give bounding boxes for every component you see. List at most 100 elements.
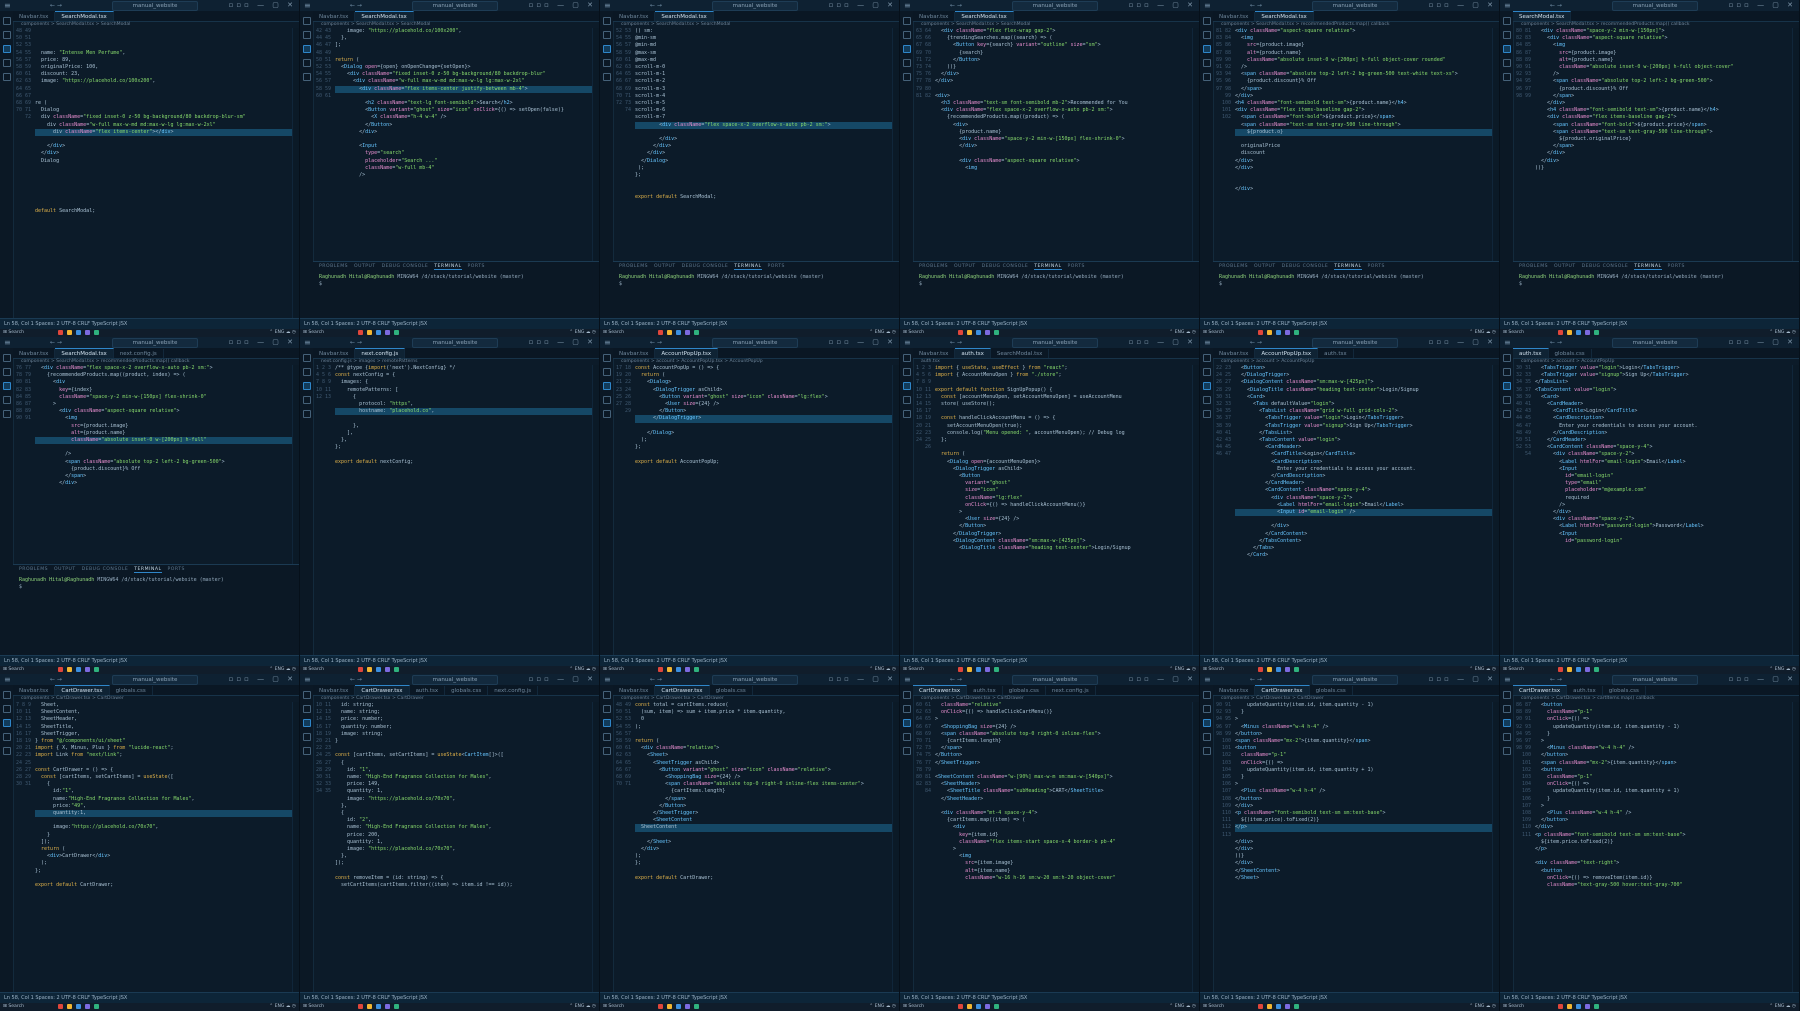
window-controls[interactable]: ▫▫▫ — ▢ ✕	[829, 675, 896, 683]
code-editor[interactable]: 76 77 78 79 80 81 82 83 84 85 86 87 88 8…	[13, 365, 299, 565]
panel-tab-active[interactable]: TERMINAL	[134, 567, 162, 573]
app-icon[interactable]	[994, 1004, 999, 1009]
explorer-app-icon[interactable]	[667, 667, 672, 672]
code-text[interactable]: /** @type {import('next').NextConfig} */…	[335, 365, 595, 655]
extensions-icon[interactable]	[3, 747, 11, 755]
code-editor[interactable]: 1 2 3 4 5 6 7 8 9 10 11 12 13 /** @type …	[313, 365, 599, 655]
menu-icon[interactable]: ≡	[1504, 1, 1511, 10]
vscode-app-icon[interactable]	[76, 667, 81, 672]
menu-icon[interactable]: ≡	[1204, 1, 1211, 10]
chrome-icon[interactable]	[358, 667, 363, 672]
minimap[interactable]	[1792, 28, 1799, 262]
app-icon[interactable]	[85, 1004, 90, 1009]
chrome-icon[interactable]	[1258, 330, 1263, 335]
code-text[interactable]: const total = cartItems.reduce( (sum, it…	[635, 702, 895, 992]
taskbar-apps[interactable]	[958, 667, 1003, 674]
code-text[interactable]: <button className="p-1" onClick={() => u…	[1535, 702, 1795, 992]
minimap[interactable]	[1792, 702, 1799, 992]
explorer-icon[interactable]	[903, 354, 911, 362]
command-search-box[interactable]: manual_website	[1012, 338, 1098, 348]
window-controls[interactable]: ▫▫▫ — ▢ ✕	[1729, 338, 1796, 346]
editor-tab[interactable]: CartDrawer.tsx	[1255, 685, 1310, 695]
panel-tab[interactable]: OUTPUT	[354, 264, 376, 269]
explorer-icon[interactable]	[303, 691, 311, 699]
taskbar-apps[interactable]	[658, 330, 703, 337]
command-search-box[interactable]: manual_website	[1312, 1, 1398, 11]
terminal-prompt[interactable]: Raghunadh Hital@Raghunadh MINGW64 /d/sta…	[1513, 271, 1799, 291]
taskbar-search[interactable]: ⊞ Search	[3, 329, 24, 337]
panel-tab[interactable]: DEBUG CONSOLE	[982, 264, 1029, 269]
command-search-box[interactable]: manual_website	[112, 675, 198, 685]
editor-tab[interactable]: CartDrawer.tsx	[1513, 685, 1568, 695]
search-icon[interactable]	[1503, 368, 1511, 376]
app-icon[interactable]	[1285, 667, 1290, 672]
source-control-icon[interactable]	[303, 719, 311, 727]
source-control-icon[interactable]	[303, 382, 311, 390]
run-debug-icon[interactable]	[3, 733, 11, 741]
explorer-app-icon[interactable]	[1567, 667, 1572, 672]
app-icon[interactable]	[994, 330, 999, 335]
chrome-icon[interactable]	[58, 667, 63, 672]
panel-tab[interactable]: PROBLEMS	[19, 567, 48, 572]
menu-icon[interactable]: ≡	[604, 1, 611, 10]
explorer-icon[interactable]	[1203, 17, 1211, 25]
system-tray[interactable]: ⌃ ENG ☁ ◷	[1469, 666, 1496, 674]
panel-tab-active[interactable]: TERMINAL	[1634, 264, 1662, 270]
taskbar-search[interactable]: ⊞ Search	[903, 666, 924, 674]
explorer-app-icon[interactable]	[1267, 330, 1272, 335]
editor-tab[interactable]: auth.tsx	[1513, 348, 1549, 358]
vscode-app-icon[interactable]	[376, 667, 381, 672]
chrome-icon[interactable]	[358, 1004, 363, 1009]
explorer-app-icon[interactable]	[1567, 1004, 1572, 1009]
command-search-box[interactable]: manual_website	[712, 675, 798, 685]
window-controls[interactable]: ▫▫▫ — ▢ ✕	[1429, 1, 1496, 9]
back-forward-icon[interactable]: ← →	[650, 676, 662, 683]
explorer-app-icon[interactable]	[367, 667, 372, 672]
source-control-icon[interactable]	[1503, 719, 1511, 727]
explorer-icon[interactable]	[303, 17, 311, 25]
command-search-box[interactable]: manual_website	[1012, 675, 1098, 685]
chrome-icon[interactable]	[1558, 667, 1563, 672]
vscode-app-icon[interactable]	[1276, 330, 1281, 335]
command-search-box[interactable]: manual_website	[712, 1, 798, 11]
code-editor[interactable]: 10 11 12 13 14 15 16 17 18 19 20 21 22 2…	[313, 702, 599, 992]
extensions-icon[interactable]	[1503, 410, 1511, 418]
editor-tab[interactable]: SearchModal.tsx	[55, 348, 114, 358]
command-search-box[interactable]: manual_website	[1612, 675, 1698, 685]
run-debug-icon[interactable]	[903, 59, 911, 67]
run-debug-icon[interactable]	[603, 733, 611, 741]
code-text[interactable]: updateQuantity(item.id, item.quantity - …	[1235, 702, 1495, 992]
code-editor[interactable]: 22 23 24 25 26 27 28 29 30 31 32 33 34 3…	[1213, 365, 1499, 655]
explorer-icon[interactable]	[3, 691, 11, 699]
panel-tab[interactable]: PROBLEMS	[319, 264, 348, 269]
run-debug-icon[interactable]	[1503, 396, 1511, 404]
taskbar-search[interactable]: ⊞ Search	[3, 1003, 24, 1011]
back-forward-icon[interactable]: ← →	[1550, 2, 1562, 9]
back-forward-icon[interactable]: ← →	[650, 2, 662, 9]
back-forward-icon[interactable]: ← →	[950, 2, 962, 9]
source-control-icon[interactable]	[303, 45, 311, 53]
extensions-icon[interactable]	[3, 410, 11, 418]
extensions-icon[interactable]	[1503, 73, 1511, 81]
taskbar-apps[interactable]	[58, 667, 103, 674]
taskbar-search[interactable]: ⊞ Search	[303, 1003, 324, 1011]
terminal-prompt[interactable]: Raghunadh Hital@Raghunadh MINGW64 /d/sta…	[1213, 271, 1499, 291]
code-editor[interactable]: 17 18 19 20 21 22 23 24 25 26 27 28 29 c…	[613, 365, 899, 655]
explorer-app-icon[interactable]	[367, 330, 372, 335]
panel-tab[interactable]: PORTS	[767, 264, 784, 269]
explorer-app-icon[interactable]	[1567, 330, 1572, 335]
vscode-app-icon[interactable]	[976, 667, 981, 672]
taskbar-apps[interactable]	[58, 330, 103, 337]
menu-icon[interactable]: ≡	[1504, 338, 1511, 347]
minimap[interactable]	[1492, 28, 1499, 262]
search-icon[interactable]	[603, 705, 611, 713]
command-search-box[interactable]: manual_website	[712, 338, 798, 348]
code-editor[interactable]: 7 8 9 10 11 12 13 14 15 16 17 18 19 20 2…	[13, 702, 299, 992]
search-icon[interactable]	[603, 31, 611, 39]
vscode-app-icon[interactable]	[1576, 1004, 1581, 1009]
explorer-icon[interactable]	[903, 17, 911, 25]
window-controls[interactable]: ▫▫▫ — ▢ ✕	[1429, 338, 1496, 346]
explorer-icon[interactable]	[603, 691, 611, 699]
run-debug-icon[interactable]	[903, 396, 911, 404]
command-search-box[interactable]: manual_website	[112, 1, 198, 11]
